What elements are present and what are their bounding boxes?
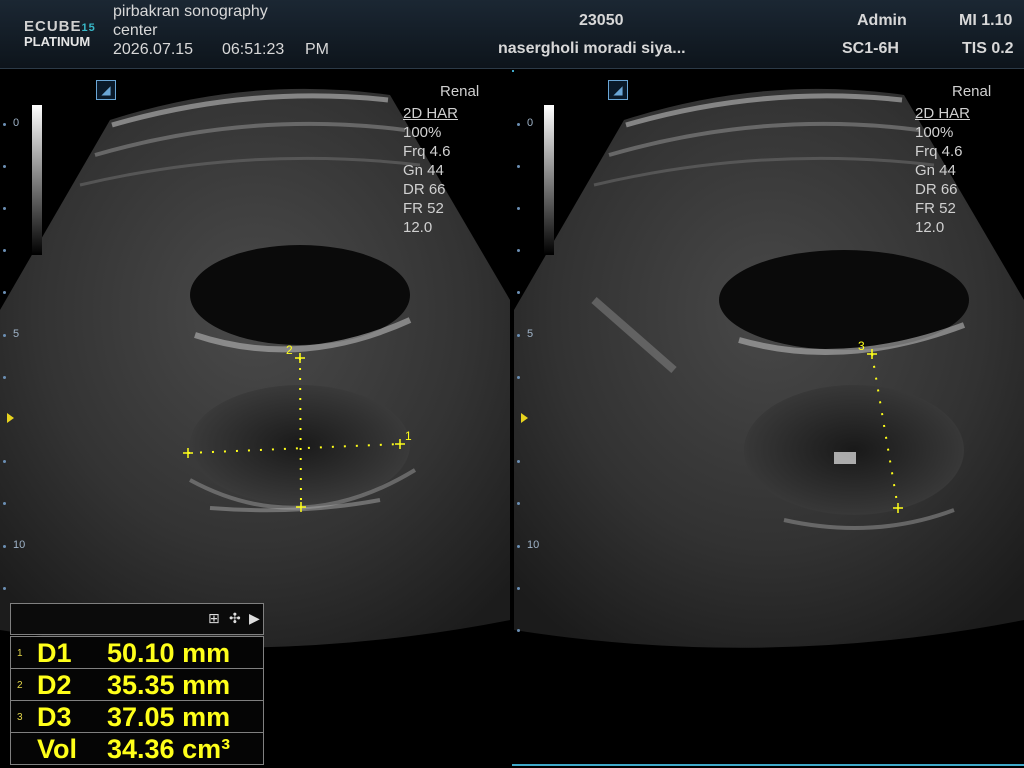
measurement-value: 35.35 mm — [107, 670, 231, 700]
measurement-label: D3 — [37, 702, 72, 732]
measurement-results: 1 D1 50.10 mm 2 D2 35.35 mm 3 D3 37.05 m… — [10, 636, 264, 765]
grid-icon[interactable]: ⊞ — [208, 610, 220, 627]
grayscale-bar — [32, 105, 42, 255]
imaging-parameters: 2D HAR 100% Frq 4.6 Gn 44 DR 66 FR 52 12… — [403, 105, 459, 236]
depth-mark-10: 10 — [13, 539, 26, 551]
collapse-arrow-icon[interactable]: ▶ — [249, 610, 260, 627]
imaging-parameters-right: 2D HAR 100% Frq 4.6 Gn 44 DR 66 FR 52 12… — [915, 105, 971, 236]
institution-name-line2: center — [113, 22, 158, 39]
caliper-label-3: 3 — [858, 339, 865, 353]
caliper-label-1: 1 — [405, 429, 412, 443]
measurement-label: D1 — [37, 638, 72, 668]
mechanical-index: MI 1.10 — [959, 12, 1013, 29]
exam-time: 06:51:23 — [222, 41, 285, 58]
measurement-row: 3 D3 37.05 mm — [11, 701, 263, 733]
active-panel-indicator-bottom — [512, 764, 1024, 766]
measurement-row-volume: Vol 34.36 cm³ — [11, 733, 263, 764]
status-header: ECUBE15 PLATINUM pirbakran sonography ce… — [0, 0, 1024, 69]
depth-mark-10-right: 10 — [527, 539, 540, 551]
depth-mark-5-right: 5 — [527, 328, 534, 340]
operator-name: Admin — [857, 12, 907, 29]
measurement-value: 50.10 mm — [107, 638, 231, 668]
move-icon[interactable]: ✣ — [229, 610, 241, 627]
depth-mark-5: 5 — [13, 328, 20, 340]
focus-marker — [7, 413, 14, 423]
ecube-logo: ECUBE15 PLATINUM — [24, 18, 96, 49]
grayscale-bar-right — [544, 105, 554, 255]
probe-name: SC1-6H — [842, 40, 899, 57]
measurement-row: 1 D1 50.10 mm — [11, 637, 263, 669]
measurement-row: 2 D2 35.35 mm — [11, 669, 263, 701]
patient-id: 23050 — [579, 12, 624, 29]
measurement-value: 37.05 mm — [107, 702, 231, 732]
measurement-label: D2 — [37, 670, 72, 700]
exam-date: 2026.07.15 — [113, 41, 194, 58]
exam-ampm: PM — [305, 41, 329, 58]
measurement-box-header: ⊞ ✣ ▶ — [10, 603, 264, 635]
depth-mark-0: 0 — [13, 117, 20, 129]
measurement-value: 34.36 cm³ — [107, 734, 231, 764]
focus-marker-right — [521, 413, 528, 423]
right-image-panel[interactable]: 3 ◢ Renal 2D HAR 100% Frq 4.6 Gn 44 DR 6… — [514, 70, 1024, 766]
depth-mark-0-right: 0 — [527, 117, 534, 129]
probe-orientation-icon: ◢ — [96, 80, 116, 100]
thermal-index: TIS 0.2 — [962, 40, 1014, 57]
patient-name: nasergholi moradi siya... — [498, 40, 686, 57]
preset-label-right: Renal — [952, 83, 992, 100]
institution-name: pirbakran sonography — [113, 3, 268, 20]
preset-label: Renal — [440, 83, 480, 100]
caliper-label-2: 2 — [286, 343, 293, 357]
probe-orientation-icon-right: ◢ — [608, 80, 628, 100]
measurement-label: Vol — [37, 734, 77, 764]
